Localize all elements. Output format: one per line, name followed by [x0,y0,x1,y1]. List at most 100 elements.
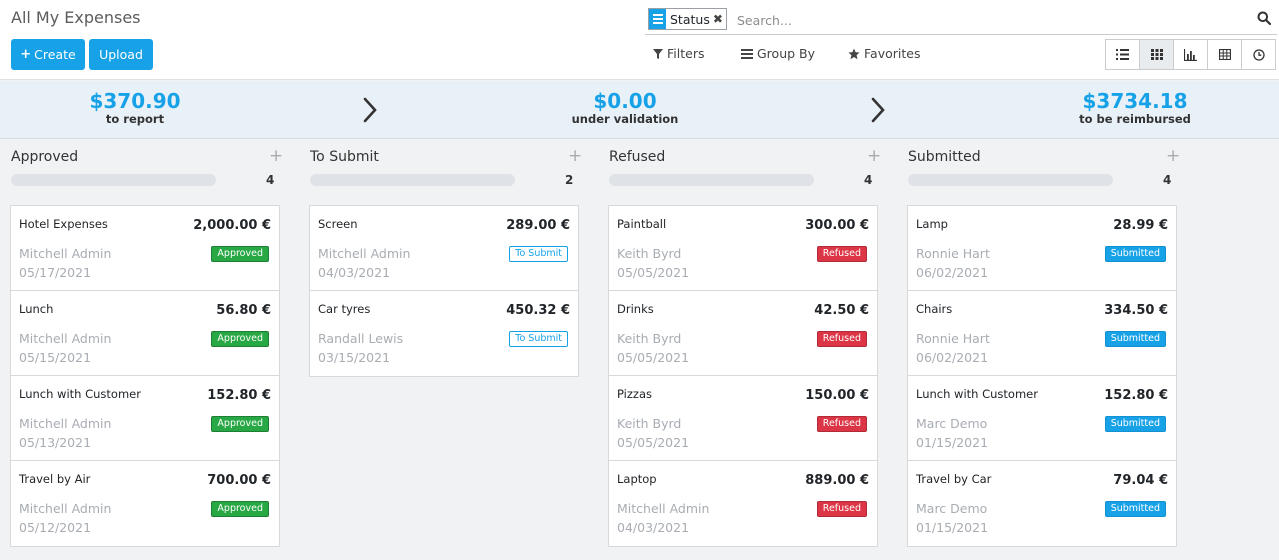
group-by-label: Group By [757,46,816,61]
page-title: All My Expenses [11,8,141,27]
kanban-view-button[interactable] [1139,39,1174,70]
filters-label: Filters [667,46,705,61]
expense-card[interactable]: Travel by Car 79.04 € Marc Demo 01/15/20… [908,461,1176,546]
status-badge: Refused [816,246,867,262]
create-button[interactable]: + Create [11,39,85,70]
search-icon[interactable] [1257,11,1271,25]
card-employee: Marc Demo [916,416,988,431]
filter-group-icon [649,9,666,29]
card-name: Screen [318,217,358,231]
card-list: Paintball 300.00 € Keith Byrd 05/05/2021… [608,205,878,547]
plus-icon: + [20,47,32,62]
filters-button[interactable]: Filters [653,46,704,61]
upload-button[interactable]: Upload [89,39,153,70]
status-badge: Submitted [1104,501,1166,517]
expense-card[interactable]: Chairs 334.50 € Ronnie Hart 06/02/2021 S… [908,291,1176,376]
card-date: 05/05/2021 [617,265,690,280]
status-badge: Refused [816,501,867,517]
expense-card[interactable]: Laptop 889.00 € Mitchell Admin 04/03/202… [609,461,877,546]
quick-create-icon[interactable]: + [269,147,283,165]
card-date: 05/05/2021 [617,435,690,450]
favorites-label: Favorites [864,46,921,61]
card-date: 03/15/2021 [318,350,391,365]
quick-create-icon[interactable]: + [568,147,582,165]
expense-card[interactable]: Paintball 300.00 € Keith Byrd 05/05/2021… [609,206,877,291]
expense-card[interactable]: Pizzas 150.00 € Keith Byrd 05/05/2021 Re… [609,376,877,461]
column-progress-bar[interactable] [11,174,216,186]
facet-label: Status [670,11,710,27]
card-name: Lunch with Customer [916,387,1038,401]
card-date: 04/03/2021 [318,265,391,280]
card-employee: Randall Lewis [318,331,404,346]
card-name: Hotel Expenses [19,217,108,231]
pivot-view-button[interactable] [1207,39,1242,70]
card-name: Lunch [19,302,54,316]
quick-create-icon[interactable]: + [867,147,881,165]
column-progress-bar[interactable] [609,174,814,186]
expense-card[interactable]: Lunch with Customer 152.80 € Mitchell Ad… [11,376,279,461]
card-name: Travel by Car [916,472,992,486]
status-badge: Submitted [1104,331,1166,347]
status-badge: Approved [211,416,269,432]
kanban-view-icon [1150,49,1163,60]
column-progress-bar[interactable] [908,174,1113,186]
column-title: Approved [11,149,79,165]
card-employee: Mitchell Admin [19,501,112,516]
card-date: 05/05/2021 [617,350,690,365]
graph-view-button[interactable] [1173,39,1208,70]
stat-to-be-reimbursed: $3734.18 to be reimbursed [1060,90,1210,126]
card-employee: Keith Byrd [617,246,682,261]
card-date: 05/13/2021 [19,435,92,450]
column-count: 4 [266,173,275,187]
card-name: Pizzas [617,387,652,401]
expense-card[interactable]: Lamp 28.99 € Ronnie Hart 06/02/2021 Subm… [908,206,1176,291]
card-name: Lamp [916,217,948,231]
expense-card[interactable]: Travel by Air 700.00 € Mitchell Admin 05… [11,461,279,546]
close-icon[interactable]: ✖ [713,12,726,26]
expense-card[interactable]: Screen 289.00 € Mitchell Admin 04/03/202… [310,206,578,291]
card-amount: 28.99 € [1113,218,1168,233]
card-date: 06/02/2021 [916,350,989,365]
column-title: Refused [609,149,666,165]
card-name: Travel by Air [19,472,91,486]
card-employee: Ronnie Hart [916,331,990,346]
expense-dashboard: $370.90 to report $0.00 under validation… [0,81,1279,139]
card-amount: 450.32 € [506,303,570,318]
graph-view-icon [1184,48,1197,61]
card-list: Screen 289.00 € Mitchell Admin 04/03/202… [309,205,579,377]
card-amount: 150.00 € [805,388,869,403]
card-amount: 889.00 € [805,473,869,488]
card-list: Hotel Expenses 2,000.00 € Mitchell Admin… [10,205,280,547]
search-input[interactable] [737,10,1237,30]
list-view-button[interactable] [1105,39,1140,70]
column-title: To Submit [310,149,379,165]
expense-card[interactable]: Car tyres 450.32 € Randall Lewis 03/15/2… [310,291,578,376]
status-badge: Approved [211,501,269,517]
status-facet[interactable]: Status ✖ [648,8,727,30]
expense-card[interactable]: Lunch 56.80 € Mitchell Admin 05/15/2021 … [11,291,279,376]
quick-create-icon[interactable]: + [1166,147,1180,165]
card-date: 05/17/2021 [19,265,92,280]
group-by-button[interactable]: Group By [741,46,815,61]
status-badge: Approved [211,331,269,347]
activity-view-button[interactable] [1241,39,1276,70]
card-amount: 79.04 € [1113,473,1168,488]
status-badge: To Submit [509,331,568,347]
card-amount: 42.50 € [814,303,869,318]
status-badge: Submitted [1104,416,1166,432]
card-amount: 300.00 € [805,218,869,233]
status-badge: Refused [816,331,867,347]
column-progress-bar[interactable] [310,174,515,186]
card-name: Lunch with Customer [19,387,141,401]
card-date: 04/03/2021 [617,520,690,535]
favorites-button[interactable]: Favorites [848,46,920,61]
expense-card[interactable]: Hotel Expenses 2,000.00 € Mitchell Admin… [11,206,279,291]
funnel-icon [653,48,663,59]
card-amount: 2,000.00 € [193,218,271,233]
expense-card[interactable]: Lunch with Customer 152.80 € Marc Demo 0… [908,376,1176,461]
card-amount: 152.80 € [207,388,271,403]
card-amount: 56.80 € [216,303,271,318]
card-date: 01/15/2021 [916,520,989,535]
stat-label: to report [105,112,165,126]
expense-card[interactable]: Drinks 42.50 € Keith Byrd 05/05/2021 Ref… [609,291,877,376]
